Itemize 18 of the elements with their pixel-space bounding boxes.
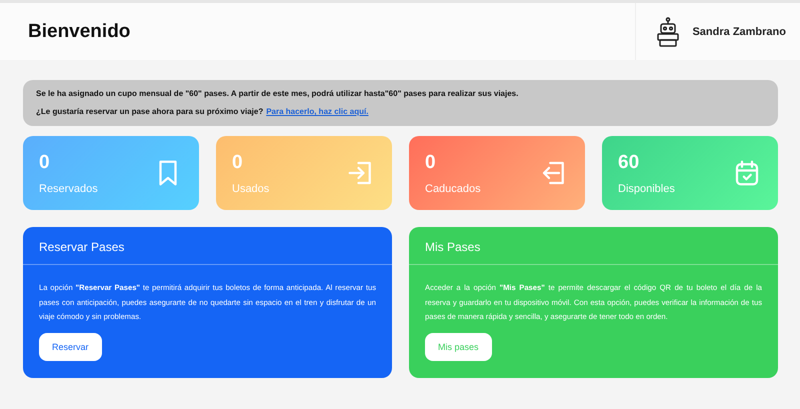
stat-value: 0: [425, 152, 437, 174]
stat-label: Caducados: [425, 182, 481, 194]
action-button[interactable]: Mis pases: [425, 332, 492, 360]
stat-label: Disponibles: [618, 182, 675, 194]
action-button[interactable]: Reservar: [39, 332, 102, 360]
stat-label: Usados: [232, 182, 270, 194]
user-name: Sandra Zambrano: [692, 26, 786, 38]
panel-title: Mis Pases: [425, 240, 482, 254]
stat-value: 60: [618, 152, 640, 174]
robot-icon: [656, 16, 680, 46]
stat-value: 0: [39, 152, 51, 174]
reserve-link[interactable]: Para hacerlo, haz clic aquí.: [266, 107, 368, 116]
stat-value: 0: [232, 152, 244, 174]
notice-question: ¿Le gustaría reservar un pase ahora para su próximo viaje? Para hacerlo, haz clic aquí.: [36, 107, 370, 116]
notice-text: Se le ha asignado un cupo mensual de "60" pases. A partir de este mes, podrá utilizar hasta"60" pases para realizar sus viajes.: [36, 89, 520, 98]
panel-title: Reservar Pases: [39, 240, 126, 254]
page-title: Bienvenido: [28, 20, 130, 42]
stat-label: Reservados: [39, 182, 98, 194]
